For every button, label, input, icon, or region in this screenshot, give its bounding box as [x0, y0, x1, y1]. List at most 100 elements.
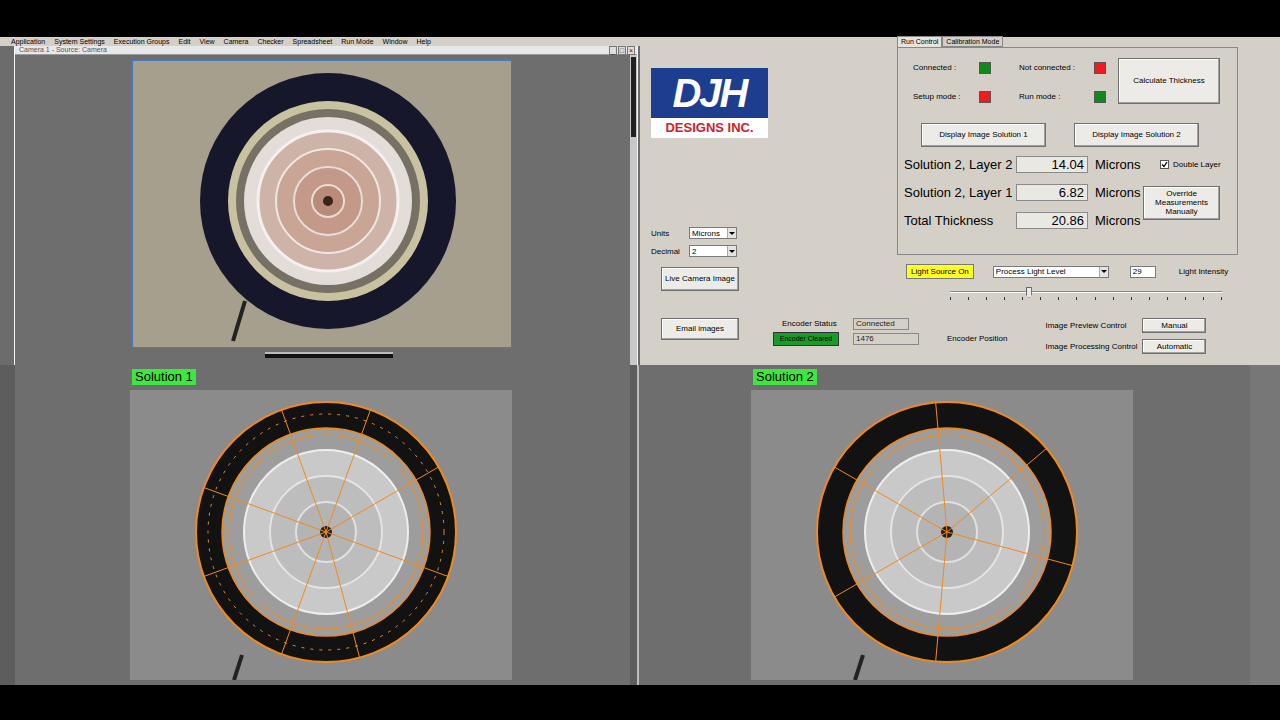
scroll-thumb[interactable] — [631, 57, 636, 137]
solution-view — [130, 390, 512, 680]
run-control-panel: Connected :Not connected :Setup mode :Ru… — [897, 47, 1238, 255]
menu-item[interactable]: Camera — [224, 37, 249, 46]
menu-item[interactable]: View — [200, 37, 215, 46]
encoder-status-field: Connected — [853, 318, 909, 330]
measurement-value: 6.82 — [1016, 184, 1088, 201]
bottom-letterbox — [0, 685, 1280, 720]
encoder-position-label: Encoder Position — [921, 334, 1007, 343]
window-controls: _□× — [609, 46, 635, 55]
display-image-button[interactable]: Display Image Solution 1 — [921, 123, 1046, 147]
slider-thumb[interactable] — [1026, 287, 1032, 298]
encoder-position-field: 1476 — [853, 333, 919, 345]
encoder-block: Encoder StatusConnected Encoder Cleared 14… — [773, 318, 1007, 346]
tab[interactable]: Run Control — [897, 36, 942, 47]
check-icon — [1161, 161, 1168, 168]
measurement-unit: Microns — [1088, 213, 1138, 228]
status-lamp — [979, 91, 991, 103]
menu-item[interactable]: Checker — [258, 37, 284, 46]
top-row: Application System Settings Execution Grou… — [0, 37, 1280, 365]
menu-item[interactable]: Execution Groups — [114, 37, 170, 46]
status-area: Connected :Not connected :Setup mode :Ru… — [898, 48, 1237, 104]
camera-title-bar: Camera 1 - Source: Camera _□× — [15, 46, 637, 55]
measurement-value: 20.86 — [1016, 212, 1088, 229]
menu-item[interactable]: System Settings — [54, 37, 105, 46]
light-intensity-label: Light Intensity — [1179, 267, 1228, 276]
units-row: UnitsMicrons — [651, 227, 897, 239]
checkbox-box[interactable] — [1160, 160, 1169, 169]
live-camera-button[interactable]: Live Camera Image — [661, 267, 739, 291]
dropdown-arrow-icon — [1099, 267, 1108, 277]
image-control-button[interactable]: Manual — [1142, 318, 1206, 333]
light-mode-select[interactable]: Process Light Level — [993, 266, 1109, 278]
camera-title: Camera 1 - Source: Camera — [19, 46, 107, 54]
light-slider[interactable] — [950, 287, 1222, 301]
units-label: Units — [651, 229, 689, 238]
display-image-button[interactable]: Display Image Solution 2 — [1074, 123, 1199, 147]
window-control-button[interactable]: _ — [609, 46, 617, 55]
encoder-cleared-button[interactable]: Encoder Cleared — [773, 332, 839, 346]
menu-item[interactable]: Help — [416, 37, 430, 46]
menu-item[interactable]: Run Mode — [341, 37, 373, 46]
tab-strip: Run ControlCalibration Mode — [897, 37, 1280, 47]
override-cell: Override Measurements Manually — [1143, 186, 1237, 220]
status-lamp — [1094, 62, 1106, 74]
measurement-label: Solution 2, Layer 1 — [904, 185, 1016, 200]
light-source-button[interactable]: Light Source On — [906, 264, 974, 279]
dropdown-arrow-icon — [727, 246, 736, 256]
live-row: Live Camera Image — [651, 267, 897, 291]
menu-item[interactable]: Application — [11, 37, 45, 46]
menu-item[interactable]: Edit — [178, 37, 190, 46]
display-buttons: Display Image Solution 1 Display Image So… — [898, 123, 1237, 147]
image-control-button[interactable]: Automatic — [1142, 339, 1206, 354]
light-intensity-field[interactable]: 29 — [1130, 266, 1156, 278]
camera-body — [15, 55, 637, 365]
solution-label: Solution 1 — [132, 369, 196, 385]
image-control-label: Image Preview Control — [1045, 321, 1142, 330]
decimal-select[interactable]: 2 — [689, 245, 737, 257]
solution-image — [751, 390, 1133, 680]
measurement-label: Total Thickness — [904, 213, 1016, 228]
status-lamp — [1094, 91, 1106, 103]
company-logo: DJHDESIGNS INC. — [651, 68, 768, 138]
menu-item[interactable]: Spreadsheet — [293, 37, 333, 46]
measurement-value: 14.04 — [1016, 156, 1088, 173]
window-control-button[interactable]: □ — [618, 46, 626, 55]
units-select[interactable]: Microns — [689, 227, 737, 239]
image-control-block: Image Preview ControlManualImage Process… — [1045, 318, 1206, 354]
solution-view — [751, 390, 1133, 680]
override-button[interactable]: Override Measurements Manually — [1143, 186, 1220, 220]
window-control-button[interactable]: × — [627, 46, 635, 55]
measurement-label: Solution 2, Layer 2 — [904, 157, 1016, 172]
measurement-unit: Microns — [1088, 157, 1138, 172]
status-label: Not connected : — [1019, 63, 1094, 72]
status-lamp — [979, 62, 991, 74]
camera-window: Camera 1 - Source: Camera _□× — [14, 46, 638, 365]
encoder-status-label: Encoder Status — [773, 319, 853, 328]
menu-bar: Application System Settings Execution Grou… — [0, 37, 640, 46]
tab[interactable]: Calibration Mode — [942, 36, 1003, 47]
solution-image — [130, 390, 512, 680]
menu-item[interactable]: Window — [383, 37, 408, 46]
double-layer-checkbox[interactable]: Double Layer — [1160, 160, 1237, 169]
image-control-label: Image Processing Control — [1045, 342, 1142, 351]
solution-panel: Solution 1 — [0, 365, 637, 685]
status-label: Setup mode : — [913, 92, 979, 101]
camera-view — [15, 55, 630, 365]
horizontal-scrollbar[interactable] — [265, 352, 393, 358]
calculate-thickness-button[interactable]: Calculate Thickness — [1118, 58, 1220, 104]
status-label: Connected : — [913, 63, 979, 72]
decimal-row: Decimal2 — [651, 245, 897, 257]
vertical-scrollbar[interactable] — [630, 55, 637, 365]
light-row: Light Source On Process Light Level 29 Ligh… — [897, 264, 1280, 279]
logo-subtitle: DESIGNS INC. — [651, 118, 768, 138]
lower-controls: Email imagesEncoder StatusConnectedEncod… — [640, 312, 1280, 365]
screen: Application System Settings Execution Grou… — [0, 0, 1280, 720]
measurement-unit: Microns — [1088, 185, 1138, 200]
email-images-button[interactable]: Email images — [661, 318, 739, 340]
solutions-row: Solution 1Solution 2 — [0, 365, 1280, 685]
slider-ticks — [950, 297, 1222, 300]
logo-mark: DJH — [651, 68, 768, 118]
top-letterbox — [0, 0, 1280, 37]
double-layer-label: Double Layer — [1173, 160, 1221, 169]
camera-image — [133, 61, 511, 347]
